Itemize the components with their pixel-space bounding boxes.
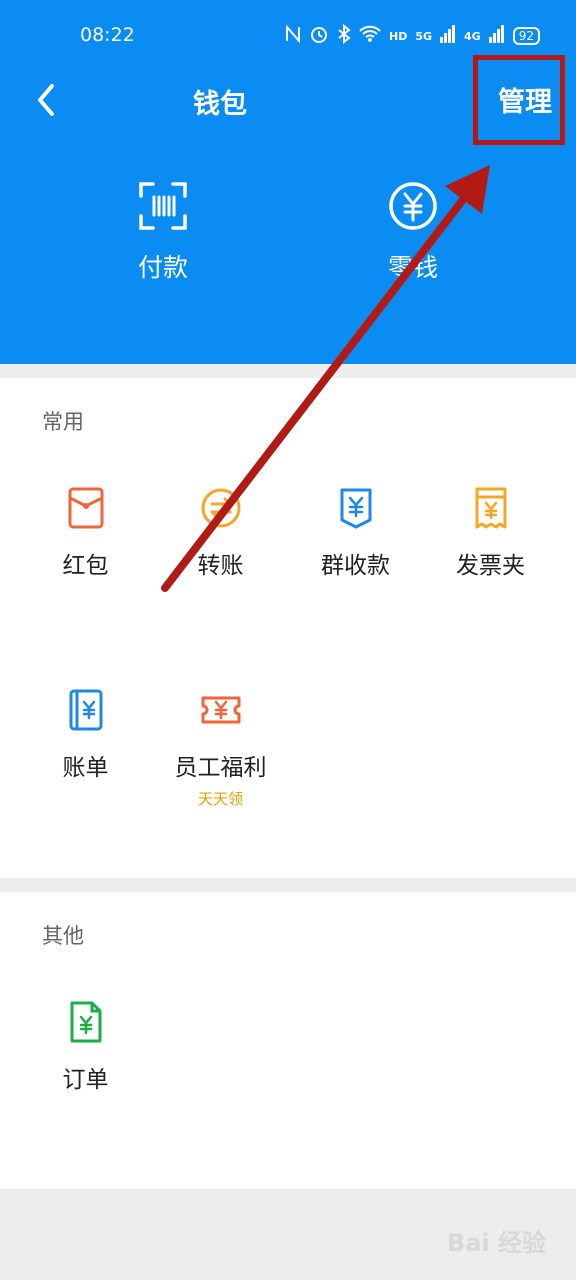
section-title-other: 其他 [42, 924, 84, 948]
status-icons: HD 5G 4G 92 [285, 22, 540, 50]
grid-item-sublabel: 天天领 [197, 790, 243, 808]
hd-icon: HD [389, 29, 408, 43]
grid-item-label: 红包 [62, 553, 109, 579]
quick-actions: 付款 零钱 [0, 180, 576, 300]
change-label: 零钱 [387, 253, 438, 282]
chevron-left-icon [38, 84, 54, 116]
signal-bars-icon [440, 25, 456, 47]
signal-4g-icon: 4G [464, 29, 481, 43]
other-section: 其他 订单 [0, 892, 576, 1189]
grid-item-transfer[interactable]: 转账 [153, 486, 288, 580]
scan-pay-icon [139, 182, 187, 230]
invoice-icon [475, 487, 506, 529]
ticket-icon [201, 696, 240, 724]
grid-item-order[interactable]: 订单 [18, 1000, 153, 1094]
grid-item-bill[interactable]: 账单 [18, 688, 153, 782]
grid-item-label: 群收款 [321, 553, 390, 579]
red-packet-icon [68, 487, 103, 529]
transfer-icon [201, 488, 240, 528]
order-icon [70, 1001, 101, 1043]
grid-item-label: 订单 [62, 1067, 109, 1093]
nfc-icon [285, 24, 301, 47]
watermark: Bai 经验 [446, 1229, 546, 1257]
section-title-common: 常用 [42, 410, 84, 434]
common-section: 常用 红包 转账 群收款 发票夹 账单 员工福利 天天领 [0, 378, 576, 878]
signal-5g-icon: 5G [415, 29, 433, 43]
manage-highlight-box [473, 55, 565, 145]
battery-indicator: 92 [512, 27, 540, 45]
back-button[interactable] [30, 78, 66, 122]
grid-item-red-packet[interactable]: 红包 [18, 486, 153, 580]
pay-action[interactable]: 付款 [103, 180, 223, 284]
pay-label: 付款 [137, 253, 188, 282]
alarm-icon [309, 24, 329, 48]
yuan-circle-icon [389, 182, 437, 230]
bluetooth-icon [337, 23, 351, 48]
grid-item-label: 发票夹 [456, 553, 525, 579]
grid-item-group-collect[interactable]: 群收款 [288, 486, 423, 580]
change-action[interactable]: 零钱 [353, 180, 473, 284]
page-title: 钱包 [193, 89, 247, 120]
group-collect-icon [340, 488, 371, 529]
status-time: 08:22 [80, 24, 135, 46]
grid-item-label: 员工福利 [174, 755, 267, 781]
grid-item-invoice[interactable]: 发票夹 [423, 486, 558, 580]
signal-bars-icon-2 [488, 25, 505, 47]
grid-item-employee-benefits[interactable]: 员工福利 天天领 [153, 688, 288, 809]
grid-item-label: 转账 [197, 553, 244, 579]
grid-item-label: 账单 [62, 755, 109, 781]
wifi-icon [359, 25, 381, 47]
bill-icon [69, 689, 102, 731]
